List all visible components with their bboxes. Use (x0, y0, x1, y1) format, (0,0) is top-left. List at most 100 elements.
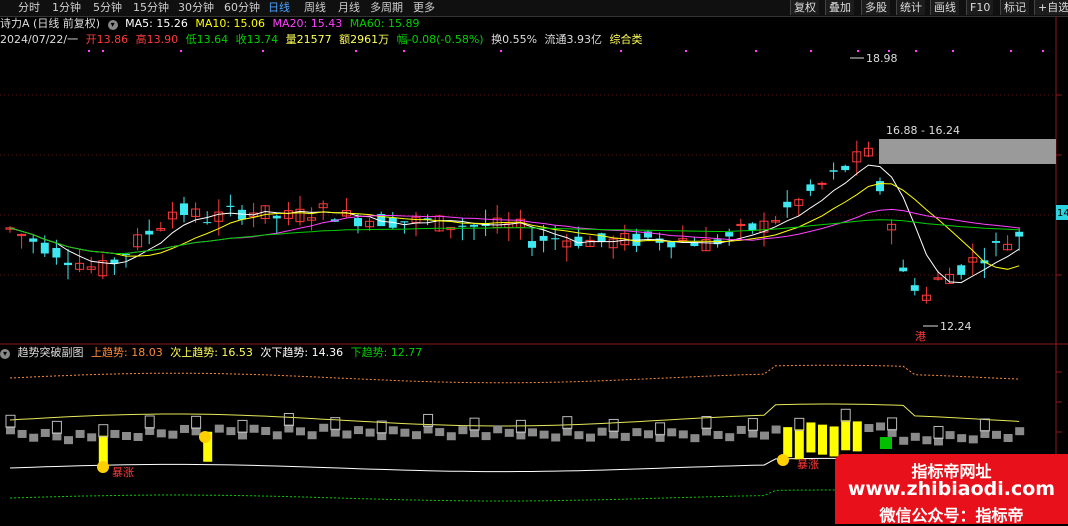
candle-body-up (817, 182, 827, 185)
watermark-banner: 指标帝网址 www.zhibiaodi.com 微信公众号：指标帝 (835, 454, 1068, 525)
signal-bar (841, 420, 851, 451)
sub-down-trend: 下趋势: 12.77 (350, 346, 423, 359)
sub-bar (319, 423, 329, 432)
sub-bar (1003, 433, 1013, 442)
sub-indicator-name[interactable]: 趋势突破副图 (18, 346, 84, 359)
sub-bar (156, 429, 166, 438)
marker-dot (1010, 50, 1012, 52)
candle-body-down (470, 224, 478, 227)
range-label: 16.88 - 16.24 (886, 124, 960, 137)
candle-body-down (690, 242, 699, 247)
sub-bar (214, 424, 224, 433)
sub-bar (110, 429, 120, 438)
candle-body-down (841, 165, 850, 171)
sub-bar (365, 428, 375, 437)
marker-dot (1042, 50, 1044, 52)
marker-dot (620, 50, 622, 52)
candle-body-down (64, 262, 72, 266)
candle-body-down (203, 222, 212, 224)
ma60-line (9, 219, 1020, 254)
kline-chart[interactable]: 18.9816.88 - 16.2412.24港14 暴涨暴涨 (0, 0, 1068, 524)
candle-body-down (783, 201, 792, 208)
sub-bar (296, 427, 305, 436)
sub-bar (528, 428, 537, 437)
sub-bar-outline (469, 417, 480, 431)
sub-bar (736, 425, 746, 434)
signal-text: 暴涨 (112, 466, 134, 479)
candle-body-down (899, 267, 908, 272)
sub-bar (249, 424, 259, 433)
watermark-line3: 微信公众号：指标帝 (879, 506, 1024, 525)
marker-dot (915, 50, 917, 52)
sub-bar (632, 428, 642, 437)
candle-body-down (400, 221, 409, 223)
candle-body-down (180, 203, 188, 216)
sub-up-trend-line (9, 364, 1020, 384)
sub-bar (458, 426, 468, 435)
sub-bar (586, 433, 595, 442)
low-label: 12.24 (940, 320, 972, 333)
sub-bar (667, 428, 677, 437)
sub-bar (551, 433, 561, 442)
sub-bar (481, 432, 491, 441)
marker-dot (355, 50, 357, 52)
sub-bar-outline (747, 418, 758, 432)
candle-body-down (1015, 231, 1024, 237)
sub-bar (644, 430, 653, 439)
sub-bar (261, 426, 271, 435)
sub-bar-outline (51, 420, 62, 434)
smiley-icon (777, 454, 789, 466)
candle-body-down (122, 253, 130, 255)
candle-body-down (992, 241, 1000, 243)
sub-bar (690, 434, 700, 443)
candle-body-down (748, 223, 757, 231)
candle-body-down (272, 215, 281, 219)
sub-bar (122, 431, 131, 440)
sub-bar-outline (191, 415, 202, 429)
candle-body-down (458, 225, 467, 227)
sub-bar-outline (98, 424, 109, 438)
sub-bar (342, 430, 352, 439)
sub-bar (40, 428, 50, 437)
sub-bar (725, 433, 735, 442)
marker-dot (857, 50, 859, 52)
candle-body-down (829, 170, 838, 172)
marker-dot (102, 50, 104, 52)
sub-bar-outline (283, 412, 294, 426)
sub-up-trend: 上趋势: 18.03 (91, 346, 163, 359)
marker-dot (685, 50, 687, 52)
sub-settings-icon[interactable]: ▾ (0, 349, 10, 359)
marker-dot (180, 50, 182, 52)
watermark-line2: www.zhibiaodi.com (847, 478, 1056, 500)
candle-body-down (354, 218, 362, 227)
sub-bar (539, 430, 549, 439)
candle-body-down (806, 184, 815, 191)
sub-bar-outline (655, 422, 666, 436)
sub-bar-outline (887, 417, 898, 431)
low-marker: 港 (915, 330, 926, 343)
sub-bar (307, 431, 317, 440)
sub-next-up-trend-line (9, 403, 1020, 427)
sub-next-up-trend: 次上趋势: 16.53 (170, 346, 253, 359)
candle-body-down (40, 242, 49, 254)
candle-body-down (667, 241, 676, 248)
sub-bar (678, 430, 688, 439)
sub-bar (388, 426, 398, 435)
candle-body-down (876, 181, 884, 192)
sub-bar (168, 430, 178, 439)
sub-bar-outline (237, 419, 248, 433)
candle-body-down (226, 205, 235, 207)
signal-bar (806, 422, 816, 453)
sub-bar (620, 432, 630, 441)
signal-bar (794, 429, 804, 460)
sub-bar-outline (933, 425, 944, 439)
green-marker (880, 437, 892, 449)
sub-next-down-trend: 次下趋势: 14.36 (260, 346, 344, 359)
sub-chart-header: ▾ 趋势突破副图 上趋势: 18.03 次上趋势: 16.53 次下趋势: 14… (0, 346, 426, 360)
high-label: 18.98 (866, 52, 898, 65)
sub-bar-outline (5, 414, 16, 428)
marker-dot (952, 50, 954, 52)
sub-bar (957, 434, 967, 443)
marker-dot (500, 50, 502, 52)
sub-bar (771, 425, 781, 434)
